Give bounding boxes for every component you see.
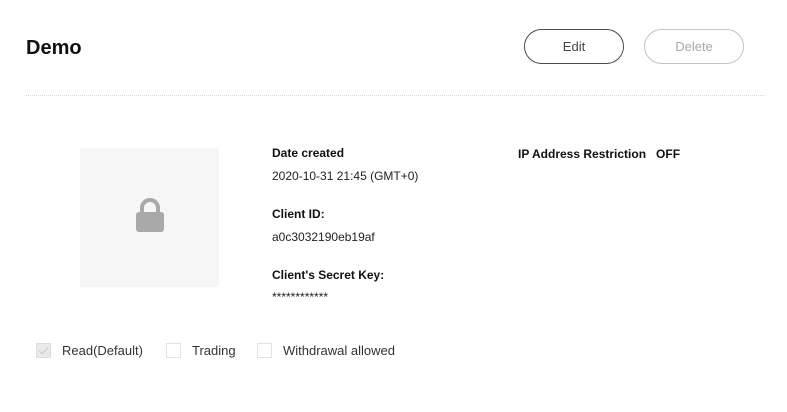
permission-withdrawal[interactable]: Withdrawal allowed	[257, 342, 395, 358]
lock-icon	[134, 197, 166, 238]
header-divider	[26, 95, 765, 96]
page-title: Demo	[26, 37, 82, 59]
withdrawal-checkbox[interactable]	[257, 342, 272, 358]
secret-key-value: ************	[272, 290, 329, 304]
ip-restriction-row: IP Address Restriction OFF	[518, 147, 680, 161]
trading-label[interactable]: Trading	[192, 343, 236, 358]
client-id-value: a0c3032190eb19af	[272, 230, 375, 244]
trading-checkbox[interactable]	[166, 342, 181, 358]
client-id-label: Client ID:	[272, 207, 325, 221]
read-label: Read(Default)	[62, 342, 143, 358]
date-created-label: Date created	[272, 146, 345, 160]
permission-trading[interactable]: Trading	[166, 342, 236, 358]
api-key-image	[80, 148, 219, 287]
read-checkbox	[36, 342, 51, 358]
date-created-value: 2020-10-31 21:45 (GMT+0)	[272, 169, 419, 183]
permission-read: Read(Default)	[36, 342, 143, 358]
withdrawal-label[interactable]: Withdrawal allowed	[283, 343, 395, 358]
secret-key-label: Client's Secret Key:	[272, 268, 385, 282]
edit-button[interactable]: Edit	[524, 29, 624, 64]
delete-button[interactable]: Delete	[644, 29, 744, 64]
ip-restriction-value: OFF	[656, 147, 681, 161]
ip-restriction-label: IP Address Restriction	[518, 147, 647, 161]
